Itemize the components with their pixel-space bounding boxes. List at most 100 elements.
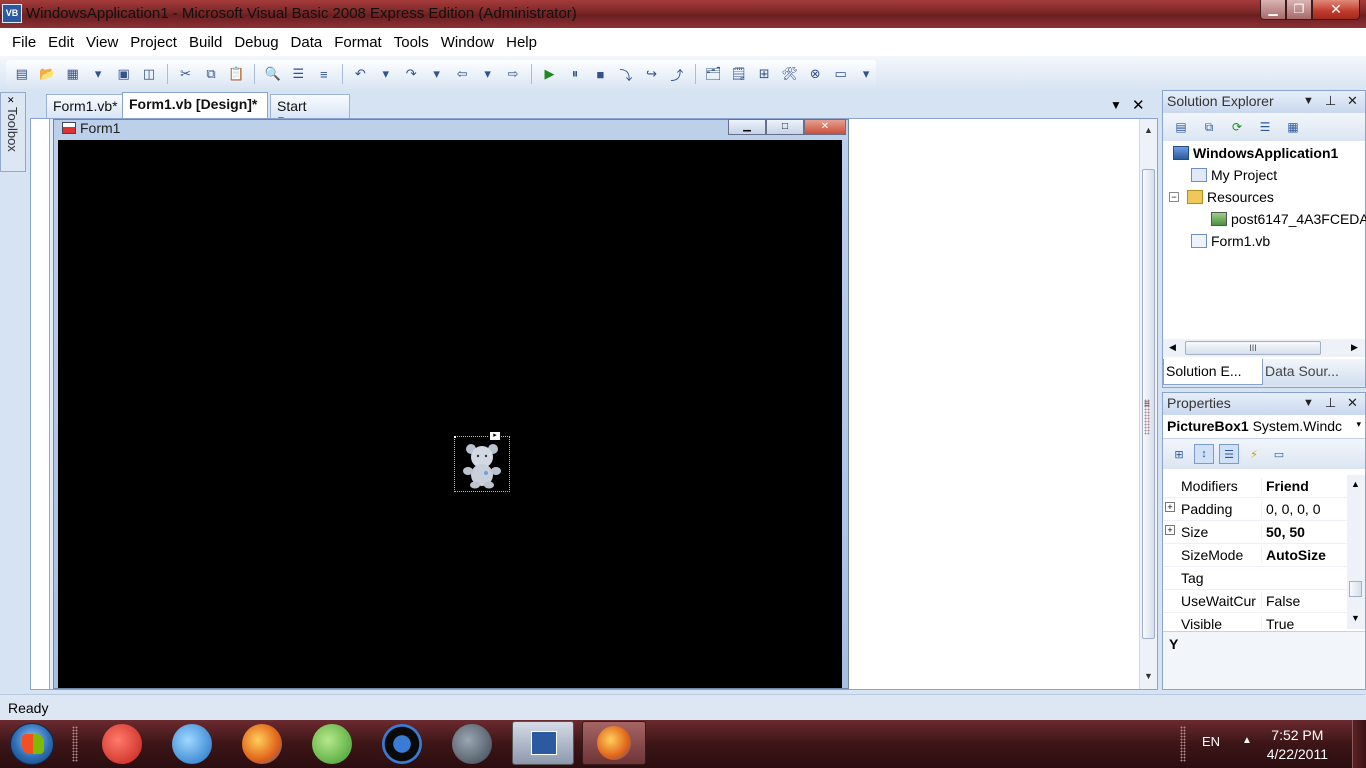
outdent-icon[interactable]: ≡ — [314, 64, 333, 84]
properties-window-icon[interactable]: 🗒 — [729, 64, 748, 84]
close-button[interactable]: ✕ — [1312, 0, 1360, 20]
panel-close-icon[interactable]: ✕ — [1347, 93, 1358, 109]
view-code-icon[interactable]: ☰ — [1255, 118, 1275, 136]
scroll-thumb[interactable] — [1349, 581, 1362, 597]
refresh-icon[interactable]: ⟳ — [1227, 118, 1247, 136]
pin-icon[interactable]: ⊥ — [1325, 395, 1336, 411]
tree-node-solution[interactable]: WindowsApplication1 — [1173, 145, 1338, 161]
cut-icon[interactable]: ✂ — [176, 64, 195, 84]
navigate-icon[interactable]: ⇦ — [452, 64, 471, 84]
vb-app-icon[interactable]: VB — [2, 4, 22, 23]
scroll-thumb[interactable]: III — [1185, 341, 1321, 355]
start-page-icon[interactable]: ▭ — [831, 64, 850, 84]
copy-icon[interactable]: ⧉ — [201, 64, 220, 84]
open-file-icon[interactable]: 📂 — [37, 64, 56, 84]
scroll-up-icon[interactable]: ▲ — [1144, 125, 1153, 135]
system-clock[interactable]: 7:52 PM 4/22/2011 — [1267, 726, 1328, 764]
tab-form1-design[interactable]: Form1.vb [Design]* — [122, 92, 268, 118]
language-indicator[interactable]: EN — [1202, 734, 1220, 749]
step-out-icon[interactable]: ⤴ — [667, 64, 686, 84]
view-designer-icon[interactable]: ▦ — [1283, 118, 1303, 136]
panel-dropdown-icon[interactable]: ▼ — [1303, 397, 1314, 409]
solution-explorer-icon[interactable]: 🗂 — [704, 64, 723, 84]
property-value[interactable]: False — [1261, 593, 1347, 609]
redo-dropdown-icon[interactable]: ▾ — [427, 64, 446, 84]
tab-close-icon[interactable]: ✕ — [1132, 96, 1145, 114]
undo-dropdown-icon[interactable]: ▾ — [376, 64, 395, 84]
menu-build[interactable]: Build — [183, 34, 228, 51]
paste-icon[interactable]: 📋 — [227, 64, 246, 84]
property-value[interactable]: AutoSize — [1261, 547, 1347, 563]
indent-icon[interactable]: ☰ — [289, 64, 308, 84]
tab-start-page[interactable]: Start Page — [270, 94, 350, 130]
solution-horizontal-scrollbar[interactable]: ◀ III ▶ — [1163, 339, 1365, 357]
menu-project[interactable]: Project — [124, 34, 183, 51]
form-client-area[interactable]: ▸ — [58, 140, 842, 688]
scroll-right-icon[interactable]: ▶ — [1351, 342, 1358, 353]
expand-icon[interactable]: + — [1165, 502, 1175, 512]
object-selector[interactable]: PictureBox1 System.Windc ▾ — [1163, 415, 1365, 439]
object-browser-icon[interactable]: ⊞ — [755, 64, 774, 84]
redo-icon[interactable]: ↷ — [401, 64, 420, 84]
menu-view[interactable]: View — [80, 34, 124, 51]
alphabetical-icon[interactable]: ↕ — [1194, 444, 1214, 464]
collapse-icon[interactable]: − — [1169, 192, 1179, 202]
pin-icon[interactable]: ⊥ — [1325, 93, 1336, 109]
stop-icon[interactable]: ■ — [591, 64, 610, 84]
menu-file[interactable]: File — [6, 34, 42, 51]
menu-format[interactable]: Format — [328, 34, 388, 51]
find-icon[interactable]: 🔍 — [263, 64, 282, 84]
properties-view-icon[interactable]: ☰ — [1219, 444, 1239, 464]
menu-data[interactable]: Data — [285, 34, 329, 51]
scroll-down-icon[interactable]: ▼ — [1351, 613, 1360, 623]
property-row-tag[interactable]: Tag — [1163, 567, 1347, 590]
start-debug-icon[interactable]: ▶ — [540, 64, 559, 84]
internet-explorer-icon[interactable] — [172, 724, 212, 764]
events-icon[interactable]: ⚡ — [1244, 444, 1264, 464]
step-icon[interactable]: ⇨ — [503, 64, 522, 84]
menu-window[interactable]: Window — [435, 34, 500, 51]
categorized-icon[interactable]: ⊞ — [1169, 444, 1189, 464]
tree-node-form1[interactable]: Form1.vb — [1191, 233, 1270, 249]
step-into-icon[interactable]: ⤵ — [616, 64, 635, 84]
menu-help[interactable]: Help — [500, 34, 543, 51]
save-all-icon[interactable]: ◫ — [139, 64, 158, 84]
firefox-icon[interactable] — [242, 724, 282, 764]
tab-solution-explorer[interactable]: Solution E... — [1163, 359, 1263, 385]
tree-node-my-project[interactable]: My Project — [1191, 167, 1277, 183]
toolbox-icon[interactable]: 🛠 — [780, 64, 799, 84]
undo-icon[interactable]: ↶ — [351, 64, 370, 84]
scroll-down-icon[interactable]: ▼ — [1144, 671, 1153, 681]
property-value[interactable]: 50, 50 — [1261, 524, 1347, 540]
maximize-button[interactable]: ❐ — [1286, 0, 1312, 20]
properties-icon[interactable]: ▤ — [1171, 118, 1191, 136]
firefox-taskbar-button[interactable] — [582, 721, 646, 765]
property-row-modifiers[interactable]: Modifiers Friend — [1163, 475, 1347, 498]
steam-icon[interactable] — [452, 724, 492, 764]
tree-node-resources[interactable]: − Resources — [1169, 189, 1274, 205]
messenger-icon[interactable] — [312, 724, 352, 764]
show-hidden-icons[interactable]: ▲ — [1242, 735, 1252, 746]
designer-vertical-scrollbar[interactable]: ▲ ≡ ▼ — [1139, 119, 1157, 689]
step-over-icon[interactable]: ↪ — [642, 64, 661, 84]
tab-dropdown-icon[interactable]: ▼ — [1110, 98, 1122, 112]
app-target-icon[interactable] — [382, 724, 422, 764]
property-row-usewaitcursor[interactable]: UseWaitCur False — [1163, 590, 1347, 613]
property-grid-scrollbar[interactable]: ▲ ▼ — [1347, 475, 1365, 629]
property-row-visible[interactable]: Visible True — [1163, 613, 1347, 629]
show-all-files-icon[interactable]: ⧉ — [1199, 118, 1219, 136]
panel-dropdown-icon[interactable]: ▼ — [1303, 95, 1314, 107]
tree-node-resource-image[interactable]: post6147_4A3FCEDA — [1211, 211, 1366, 227]
chevron-down-icon[interactable]: ▾ — [1356, 419, 1361, 430]
property-row-size[interactable]: + Size 50, 50 — [1163, 521, 1347, 544]
property-value[interactable]: True — [1261, 616, 1347, 629]
navigate-dropdown-icon[interactable]: ▾ — [478, 64, 497, 84]
menu-debug[interactable]: Debug — [228, 34, 284, 51]
toolbar-options-icon[interactable]: ▾ — [856, 64, 875, 84]
expand-icon[interactable]: + — [1165, 525, 1175, 535]
toolbox-tab[interactable]: ✕ Toolbox — [0, 92, 26, 172]
start-button[interactable] — [10, 723, 54, 765]
add-item-dropdown-icon[interactable]: ▾ — [88, 64, 107, 84]
error-list-icon[interactable]: ⊗ — [805, 64, 824, 84]
minimize-button[interactable]: ▁ — [1260, 0, 1286, 20]
